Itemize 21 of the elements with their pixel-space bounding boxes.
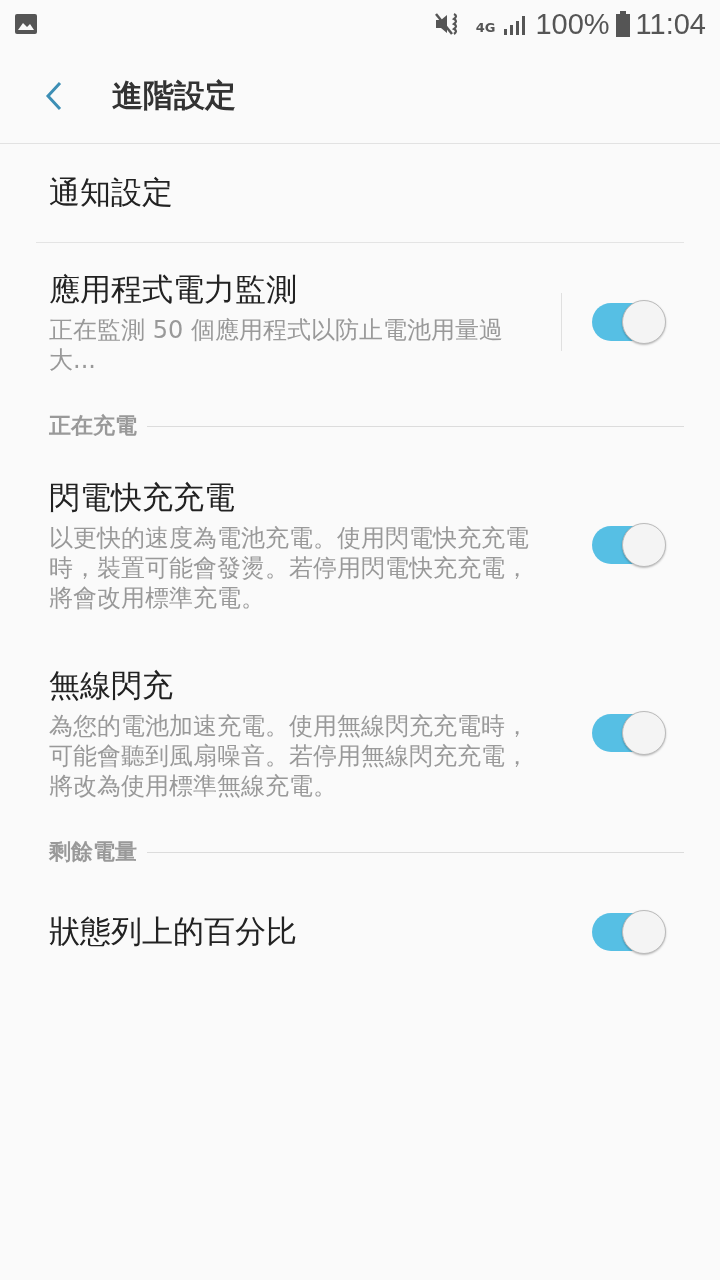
battery-icon (615, 11, 630, 37)
setting-title: 狀態列上的百分比 (49, 912, 298, 951)
setting-title: 閃電快充充電 (49, 478, 236, 517)
gallery-icon (14, 13, 38, 35)
section-header: 正在充電 (49, 412, 137, 440)
clock: 11:04 (635, 7, 706, 41)
setting-title: 應用程式電力監測 (49, 270, 298, 309)
setting-description: 為您的電池加速充電。使用無線閃充充電時，可能會聽到風扇噪音。若停用無線閃充充電，將改為使用標準無線充電。 (49, 711, 530, 801)
toggle-switch[interactable] (592, 523, 666, 567)
setting-description: 正在監測 50 個應用程式以防止電池用量過大... (49, 315, 504, 375)
setting-description: 以更快的速度為電池充電。使用閃電快充充電時，裝置可能會發燙。若停用閃電快充充電，將會改用標準充電。 (49, 523, 530, 613)
settings-item[interactable]: 通知設定 (36, 144, 684, 243)
toggle-switch[interactable] (592, 711, 666, 755)
screen-title: 進階設定 (112, 75, 236, 115)
battery-percent: 100% (535, 7, 610, 41)
section-header: 剩餘電量 (49, 838, 137, 866)
setting-title: 無線閃充 (49, 666, 174, 705)
toggle-switch[interactable] (592, 300, 666, 344)
network-type: 4G (475, 19, 496, 35)
back-icon[interactable] (44, 79, 64, 112)
toggle-switch[interactable] (592, 910, 666, 954)
